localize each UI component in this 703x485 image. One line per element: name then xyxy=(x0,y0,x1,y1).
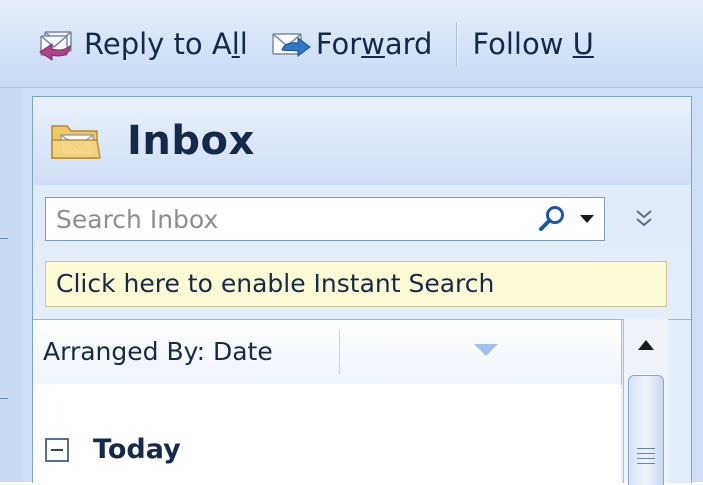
search-box xyxy=(45,197,605,241)
navigation-pane-edge xyxy=(0,88,23,482)
toolbar: Reply to All Forward Follow U xyxy=(0,0,703,88)
triangle-down-icon xyxy=(580,215,594,223)
sort-arrow-icon[interactable] xyxy=(473,342,499,361)
double-chevron-down-icon xyxy=(636,210,652,227)
forward-button[interactable]: Forward xyxy=(268,18,441,70)
search-input[interactable] xyxy=(46,198,534,240)
search-row xyxy=(33,185,691,247)
enable-instant-search-bar[interactable]: Click here to enable Instant Search xyxy=(45,261,667,307)
mail-list-panel: Inbox Search Inbox Click here to enable … xyxy=(32,96,692,485)
reply-to-all-button[interactable]: Reply to All xyxy=(36,18,256,70)
column-divider[interactable] xyxy=(339,330,340,374)
divider xyxy=(0,398,8,399)
grip-line xyxy=(637,463,655,464)
scroll-thumb[interactable] xyxy=(628,375,664,485)
search-options-dropdown[interactable] xyxy=(570,199,604,239)
folder-header: Inbox xyxy=(33,97,691,186)
scroll-up-arrow-icon xyxy=(638,340,654,350)
mail-list-pane: Inbox Search Inbox Click here to enable … xyxy=(22,88,703,485)
toolbar-separator xyxy=(456,21,459,66)
arranged-by-header[interactable]: Arranged By: Date xyxy=(33,320,622,385)
grip-line xyxy=(637,458,655,459)
divider xyxy=(0,238,8,239)
message-list: Today xyxy=(33,384,621,483)
group-header-today[interactable]: Today xyxy=(45,434,181,465)
arranged-by-label: Arranged By: Date xyxy=(43,337,273,366)
grip-line xyxy=(637,453,655,454)
forward-label: Forward xyxy=(315,26,433,61)
inbox-folder-icon xyxy=(49,118,103,164)
group-label: Today xyxy=(93,434,181,465)
expand-query-builder-button[interactable] xyxy=(621,199,667,239)
reply-to-all-label: Reply to All xyxy=(84,26,248,61)
forward-icon xyxy=(268,24,312,64)
scroll-up-button[interactable] xyxy=(628,325,664,365)
reply-all-icon xyxy=(36,24,80,64)
page-title: Inbox xyxy=(127,118,255,164)
follow-up-button[interactable]: Follow U xyxy=(472,18,601,70)
arrange-row: Arranged By: Date xyxy=(33,319,691,385)
follow-up-label: Follow U xyxy=(472,26,594,61)
vertical-scrollbar[interactable] xyxy=(623,319,668,485)
grip-line xyxy=(637,448,655,449)
magnifier-icon[interactable] xyxy=(534,199,570,239)
collapse-icon[interactable] xyxy=(45,437,69,462)
